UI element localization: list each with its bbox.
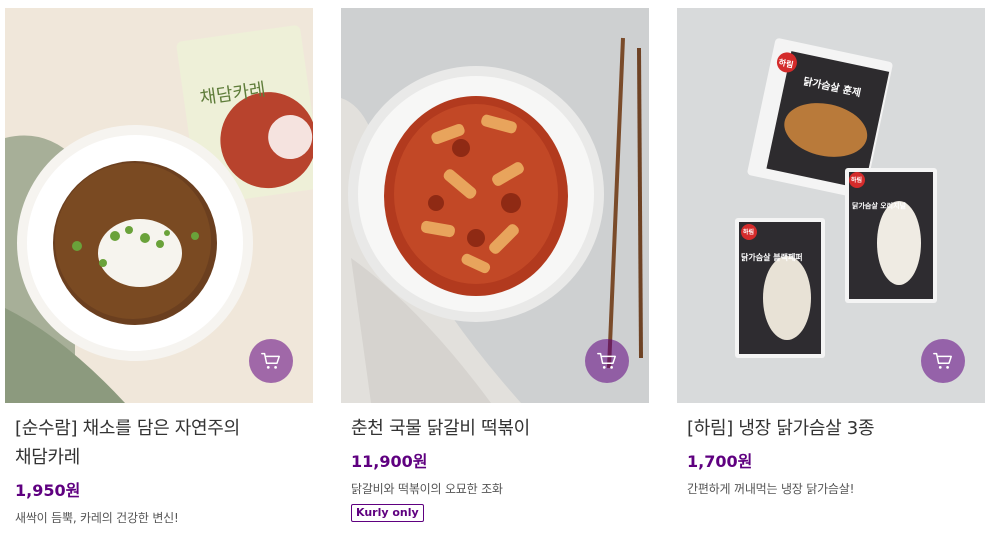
brand-logo: 하림 [743, 228, 754, 236]
brand-logo: 하림 [851, 176, 862, 184]
product-price: 1,950원 [15, 481, 81, 500]
product-card[interactable]: 춘천 국물 닭갈비 떡볶이 11,900원 닭갈비와 떡볶이의 오묘한 조화 K… [341, 8, 649, 522]
product-name[interactable]: [순수람] 채소를 담은 자연주의 채담카레 [15, 414, 303, 472]
product-card[interactable]: 채담카레 [순수람] 채소를 담은 자연주의 채담카레 1,950원 새싹이 듬… [5, 8, 313, 527]
product-description: 새싹이 듬뿍, 카레의 건강한 변신! [15, 511, 179, 525]
cart-icon [933, 352, 952, 369]
product-image[interactable]: 하림 닭가슴살 훈제 하림 닭가슴살 블랙페퍼 하림 닭가슴살 오리지널 [677, 8, 985, 403]
product-description: 간편하게 꺼내먹는 냉장 닭가슴살! [687, 482, 855, 496]
product-name[interactable]: 춘천 국물 닭갈비 떡볶이 [351, 414, 639, 443]
package-label: 닭가슴살 오리지널 [852, 201, 906, 210]
product-description: 닭갈비와 떡볶이의 오묘한 조화 [351, 482, 503, 496]
product-image[interactable]: 채담카레 [5, 8, 313, 403]
add-to-cart-button[interactable] [921, 339, 965, 383]
add-to-cart-button[interactable] [585, 339, 629, 383]
kurly-only-badge: Kurly only [351, 504, 424, 522]
product-price: 11,900원 [351, 452, 428, 471]
add-to-cart-button[interactable] [249, 339, 293, 383]
product-name[interactable]: [하림] 냉장 닭가슴살 3종 [687, 414, 975, 443]
product-card[interactable]: 하림 닭가슴살 훈제 하림 닭가슴살 블랙페퍼 하림 닭가슴살 오리지널 [하림… [677, 8, 985, 498]
package-label: 닭가슴살 블랙페퍼 [741, 252, 803, 262]
product-image[interactable] [341, 8, 649, 403]
cart-icon [261, 352, 280, 369]
cart-icon [597, 352, 616, 369]
product-price: 1,700원 [687, 452, 753, 471]
